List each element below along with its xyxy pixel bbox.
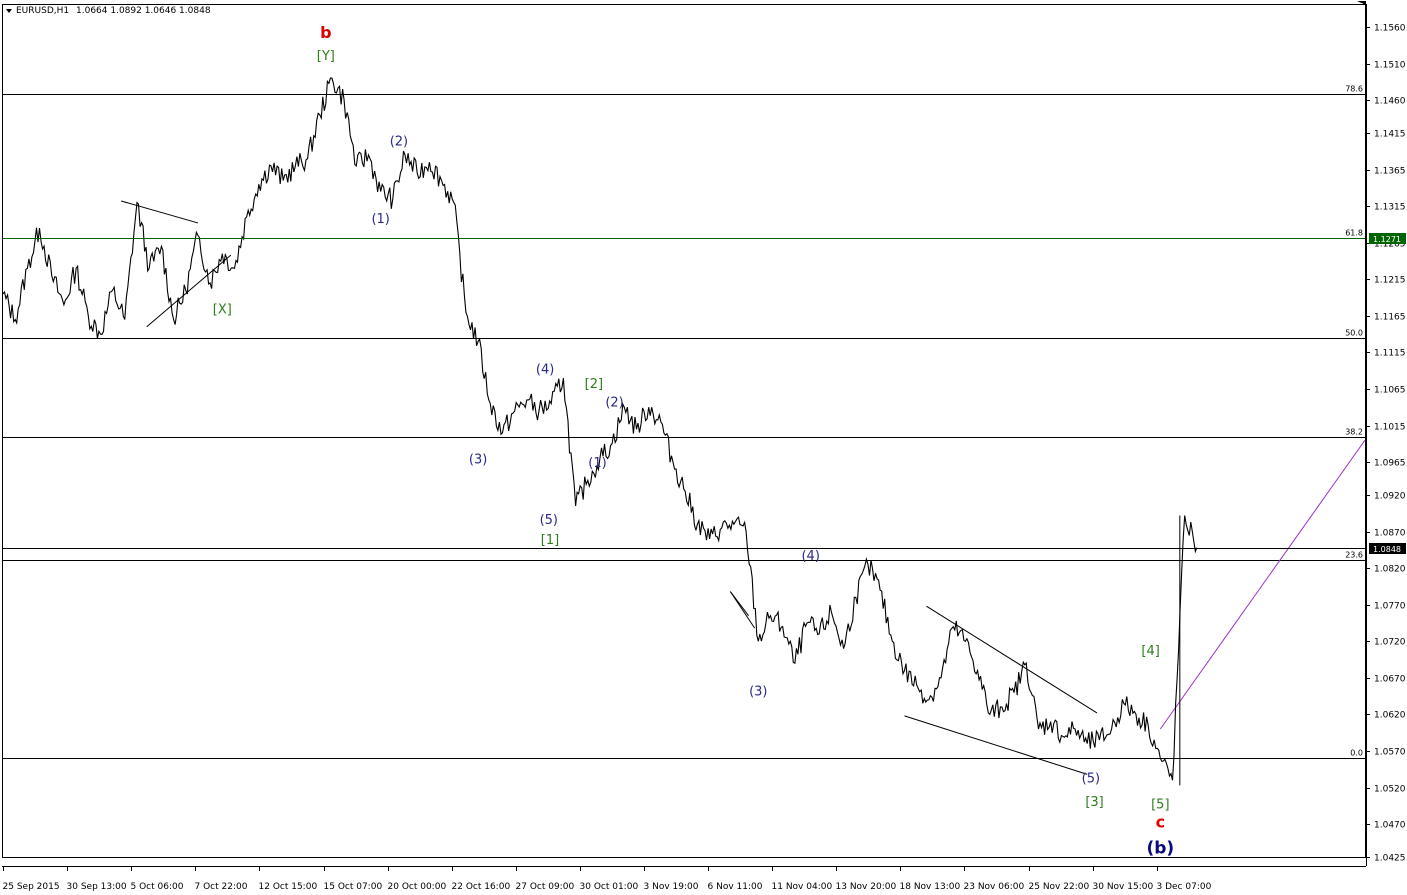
price-axis-label: 1.1165: [1374, 313, 1406, 323]
wave-label: (3): [749, 684, 767, 699]
symbol-title: EURUSD,H1: [16, 6, 69, 16]
price-axis-label: 1.1560: [1374, 24, 1406, 34]
price-axis-label: 1.1365: [1374, 167, 1406, 177]
wave-label: (1): [588, 456, 606, 471]
wave-label: (4): [536, 363, 554, 378]
ohlc-readout: 1.0664 1.0892 1.0646 1.0848: [76, 6, 211, 16]
wave-label: [2]: [585, 377, 603, 392]
price-axis-label: 1.1415: [1374, 130, 1406, 140]
price-axis-label: 1.0520: [1374, 785, 1406, 795]
price-axis-label: 1.0670: [1374, 675, 1406, 685]
wave-label: [4]: [1141, 644, 1159, 659]
wave-label: (2): [390, 134, 408, 149]
wave-label: [5]: [1151, 798, 1169, 813]
price-chart[interactable]: 78.6 61.8 50.0 38.2 23.6 0.0 1.1560 1.1510 1.14…: [0, 0, 1407, 895]
price-axis-label: 1.0920: [1374, 492, 1406, 502]
time-axis-label: 7 Oct 22:00: [195, 882, 248, 892]
wave-label: (b): [1146, 838, 1174, 858]
wave-label: [1]: [541, 533, 559, 548]
fib-level-label: 50.0: [1345, 329, 1363, 338]
time-axis-label: 25 Sep 2015: [3, 882, 60, 892]
price-axis-label: 1.1215: [1374, 276, 1406, 286]
fib-level-label: 61.8: [1345, 229, 1363, 238]
time-axis-label: 12 Oct 15:00: [259, 882, 318, 892]
time-axis-label: 3 Nov 19:00: [644, 882, 699, 892]
time-axis-label: 30 Nov 15:00: [1093, 882, 1154, 892]
price-axis-label: 1.0820: [1374, 565, 1406, 575]
price-tag-label: 1.0848: [1373, 545, 1401, 554]
price-axis-label: 1.0720: [1374, 638, 1406, 648]
time-axis-label: 18 Nov 13:00: [900, 882, 961, 892]
price-axis-label: 1.0470: [1374, 821, 1406, 831]
price-axis-label: 1.1510: [1374, 61, 1406, 71]
price-axis-label: 1.1315: [1374, 203, 1406, 213]
time-axis-label: 20 Oct 00:00: [388, 882, 447, 892]
price-tag-label: 1.1271: [1373, 235, 1401, 244]
wave-label: (4): [801, 549, 819, 564]
fib-level-label: 0.0: [1350, 749, 1363, 758]
price-axis-label: 1.0620: [1374, 711, 1406, 721]
time-axis-label: 11 Nov 04:00: [772, 882, 833, 892]
price-axis-label: 1.1015: [1374, 423, 1406, 433]
wave-label: (2): [605, 396, 623, 411]
time-axis-label: 25 Nov 22:00: [1029, 882, 1090, 892]
price-axis-label: 1.0870: [1374, 529, 1406, 539]
time-axis-label: 22 Oct 16:00: [452, 882, 511, 892]
time-axis-label: 13 Nov 20:00: [836, 882, 897, 892]
price-axis-label: 1.1065: [1374, 386, 1406, 396]
price-axis-label: 1.0770: [1374, 602, 1406, 612]
wave-label: (5): [1082, 771, 1100, 786]
time-axis-label: 6 Nov 11:00: [708, 882, 763, 892]
wave-label: (1): [371, 212, 389, 227]
price-axis-label: 1.0965: [1374, 459, 1406, 469]
price-axis-label: 1.0425: [1374, 854, 1406, 864]
time-axis-label: 30 Sep 13:00: [67, 882, 127, 892]
fib-level-label: 23.6: [1345, 551, 1363, 560]
chart-header[interactable]: EURUSD,H1 1.0664 1.0892 1.0646 1.0848: [6, 6, 211, 16]
fib-level-label: 38.2: [1345, 428, 1363, 437]
time-axis-label: 23 Nov 06:00: [964, 882, 1025, 892]
chart-background: [0, 0, 1407, 895]
wave-label: (3): [469, 453, 487, 468]
time-axis-label: 5 Oct 06:00: [131, 882, 184, 892]
price-axis-label: 1.0570: [1374, 748, 1406, 758]
time-axis-label: 30 Oct 01:00: [580, 882, 639, 892]
fib-level-label: 78.6: [1345, 85, 1363, 94]
wave-label: c: [1156, 813, 1165, 832]
wave-label: [Y]: [317, 49, 335, 64]
time-axis-label: 15 Oct 07:00: [324, 882, 383, 892]
time-axis-label: 3 Dec 07:00: [1157, 882, 1212, 892]
price-axis-label: 1.1460: [1374, 97, 1406, 107]
price-axis-label: 1.1115: [1374, 349, 1406, 359]
wave-label: (5): [540, 513, 558, 528]
wave-label: [3]: [1085, 795, 1103, 810]
time-axis-label: 27 Oct 09:00: [516, 882, 575, 892]
wave-label: [X]: [213, 303, 232, 318]
wave-label: b: [320, 23, 331, 42]
